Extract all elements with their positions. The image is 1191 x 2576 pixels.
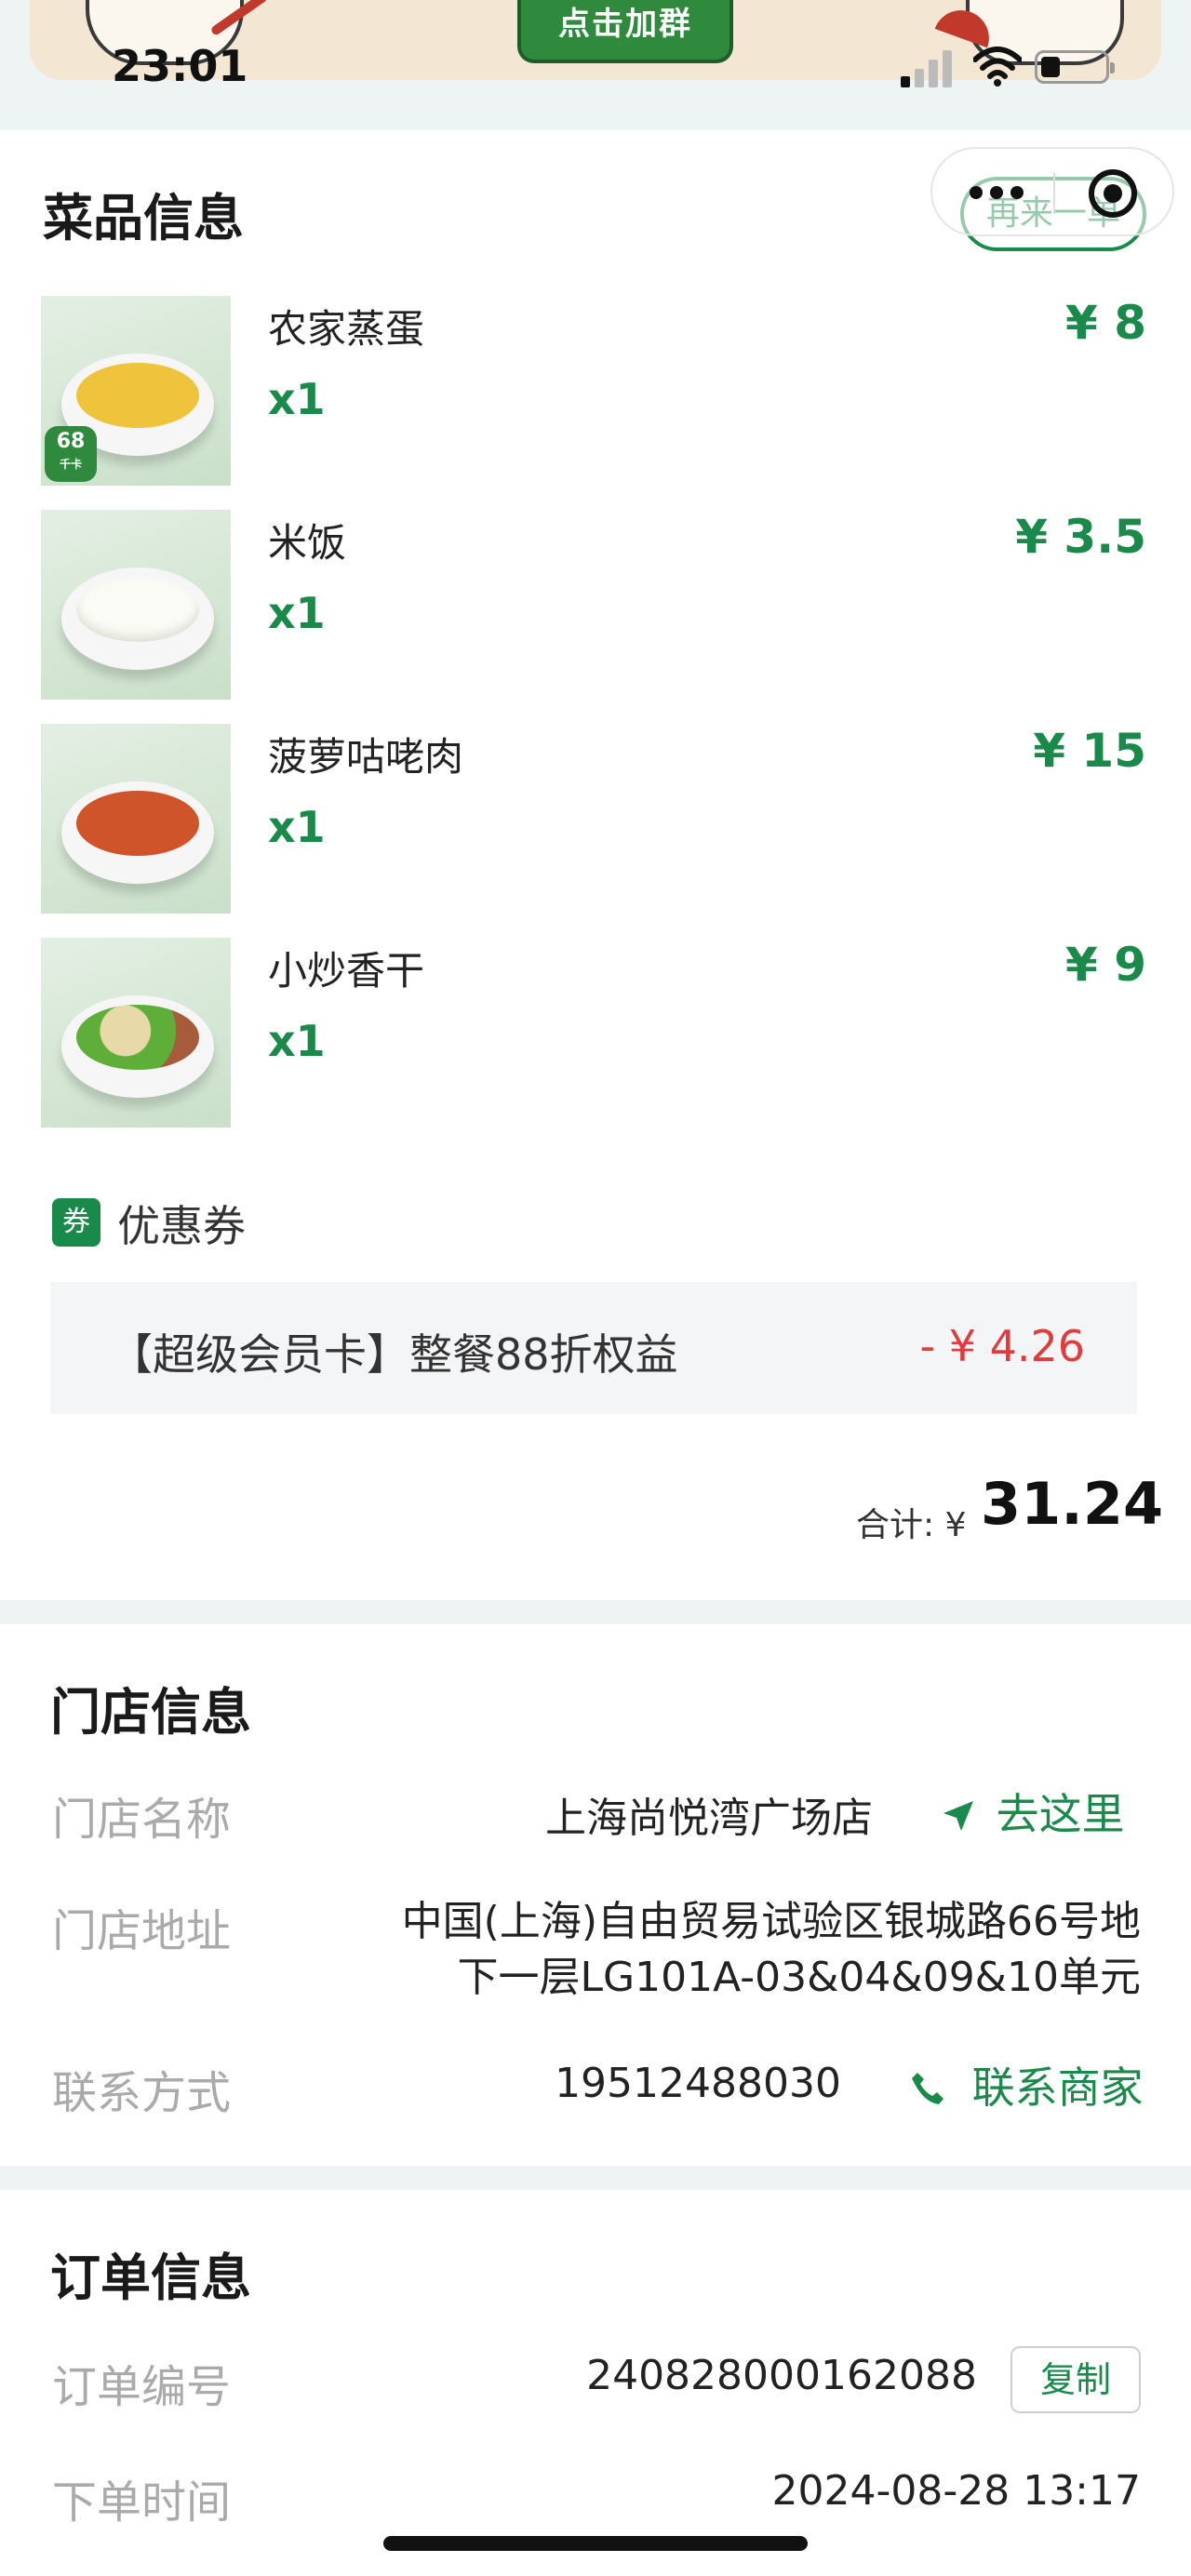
dish-image-dried-tofu <box>41 938 231 1128</box>
dish-price: ¥ 15 <box>1033 724 1146 778</box>
dish-image-steamed-egg: 68 千卡 <box>41 296 231 486</box>
order-number-value: 240828000162088 <box>586 2352 977 2399</box>
store-address-label: 门店地址 <box>52 1905 232 1957</box>
store-address-line2: 下一层LG101A-03&04&09&10单元 <box>457 1954 1142 2001</box>
order-number-label: 订单编号 <box>52 2361 232 2413</box>
calorie-value: 68 <box>56 430 86 453</box>
wifi-icon <box>972 45 1023 87</box>
call-merchant-link[interactable]: 联系商家 <box>910 2054 1144 2116</box>
dish-name: 农家蒸蛋 <box>268 306 425 352</box>
dish-quantity: x1 <box>268 802 326 852</box>
order-detail-page: 点击加群 23:01 菜品信息 再来一单 <box>0 0 1191 2576</box>
order-time-value: 2024-08-28 13:17 <box>771 2467 1142 2515</box>
dish-item: 小炒香干 x1 ¥ 9 <box>0 938 1191 1129</box>
store-name-value: 上海尚悦湾广场店 <box>545 1795 873 1842</box>
calorie-unit: 千卡 <box>59 458 82 471</box>
dish-quantity: x1 <box>268 588 326 638</box>
dish-item: 菠萝咕咾肉 x1 ¥ 15 <box>0 724 1191 915</box>
dish-price: ¥ 8 <box>1065 296 1146 350</box>
dish-item: 米饭 x1 ¥ 3.5 <box>0 510 1191 701</box>
order-section-title: 订单信息 <box>50 2249 251 2307</box>
dish-price: ¥ 9 <box>1065 938 1146 992</box>
navigate-link[interactable]: 去这里 <box>942 1781 1125 1843</box>
coupon-icon: 券 <box>52 1198 100 1247</box>
call-merchant-label: 联系商家 <box>971 2062 1144 2113</box>
store-section-title: 门店信息 <box>50 1683 251 1742</box>
dish-name: 小炒香干 <box>268 948 425 994</box>
mini-program-capsule <box>930 147 1174 236</box>
coupon-discount: - ¥ 4.26 <box>919 1321 1085 1371</box>
contact-label: 联系方式 <box>52 2067 232 2119</box>
status-time: 23:01 <box>112 41 248 91</box>
signal-icon <box>901 47 957 87</box>
dish-name: 菠萝咕咾肉 <box>268 734 464 780</box>
dish-quantity: x1 <box>268 374 326 424</box>
dish-quantity: x1 <box>268 1016 326 1066</box>
capsule-divider <box>1053 173 1055 214</box>
dish-price: ¥ 3.5 <box>1015 510 1146 564</box>
dish-image-rice <box>41 510 231 700</box>
dish-item: 68 千卡 农家蒸蛋 x1 ¥ 8 <box>0 296 1191 487</box>
store-card: 门店信息 门店名称 上海尚悦湾广场店 去这里 门店地址 中国(上海)自由贸易试验… <box>0 1624 1191 2166</box>
navigate-label: 去这里 <box>996 1789 1125 1839</box>
navigate-arrow-icon <box>942 1793 983 1843</box>
calorie-badge: 68 千卡 <box>45 426 97 482</box>
phone-icon <box>910 2066 958 2116</box>
battery-icon <box>1035 50 1115 84</box>
store-name-label: 门店名称 <box>52 1794 232 1846</box>
total-amount: 31.24 <box>981 1470 1164 1538</box>
copy-order-number-button[interactable]: 复制 <box>1010 2346 1141 2413</box>
order-card: 订单信息 订单编号 240828000162088 复制 下单时间 2024-0… <box>0 2190 1191 2576</box>
coupon-row: 【超级会员卡】整餐88折权益 - ¥ 4.26 <box>50 1282 1137 1414</box>
contact-phone: 19512488030 <box>555 2060 841 2107</box>
dishes-section-title: 菜品信息 <box>43 189 244 247</box>
store-address-line1: 中国(上海)自由贸易试验区银城路66号地 <box>401 1898 1141 1945</box>
order-time-label: 下单时间 <box>52 2476 232 2529</box>
food-shape <box>76 577 199 642</box>
home-indicator[interactable] <box>383 2536 808 2551</box>
close-mini-program-icon[interactable] <box>1089 169 1137 218</box>
dishes-card: 菜品信息 再来一单 68 千卡 农家蒸蛋 x1 ¥ 8 <box>0 130 1191 1600</box>
food-shape <box>76 791 199 856</box>
coupon-label: 优惠券 <box>117 1201 246 1251</box>
food-shape <box>76 363 199 428</box>
dish-name: 米饭 <box>268 520 347 566</box>
dish-image-sweet-sour-pork <box>41 724 231 914</box>
store-address-value: 中国(上海)自由贸易试验区银城路66号地 下一层LG101A-03&04&09&… <box>402 1894 1141 2006</box>
coupon-name: 【超级会员卡】整餐88折权益 <box>110 1329 678 1380</box>
more-options-icon[interactable] <box>970 186 1025 201</box>
total-label: 合计: ¥ <box>856 1506 967 1544</box>
food-shape <box>76 1005 199 1070</box>
status-bar: 23:01 <box>0 35 1191 100</box>
